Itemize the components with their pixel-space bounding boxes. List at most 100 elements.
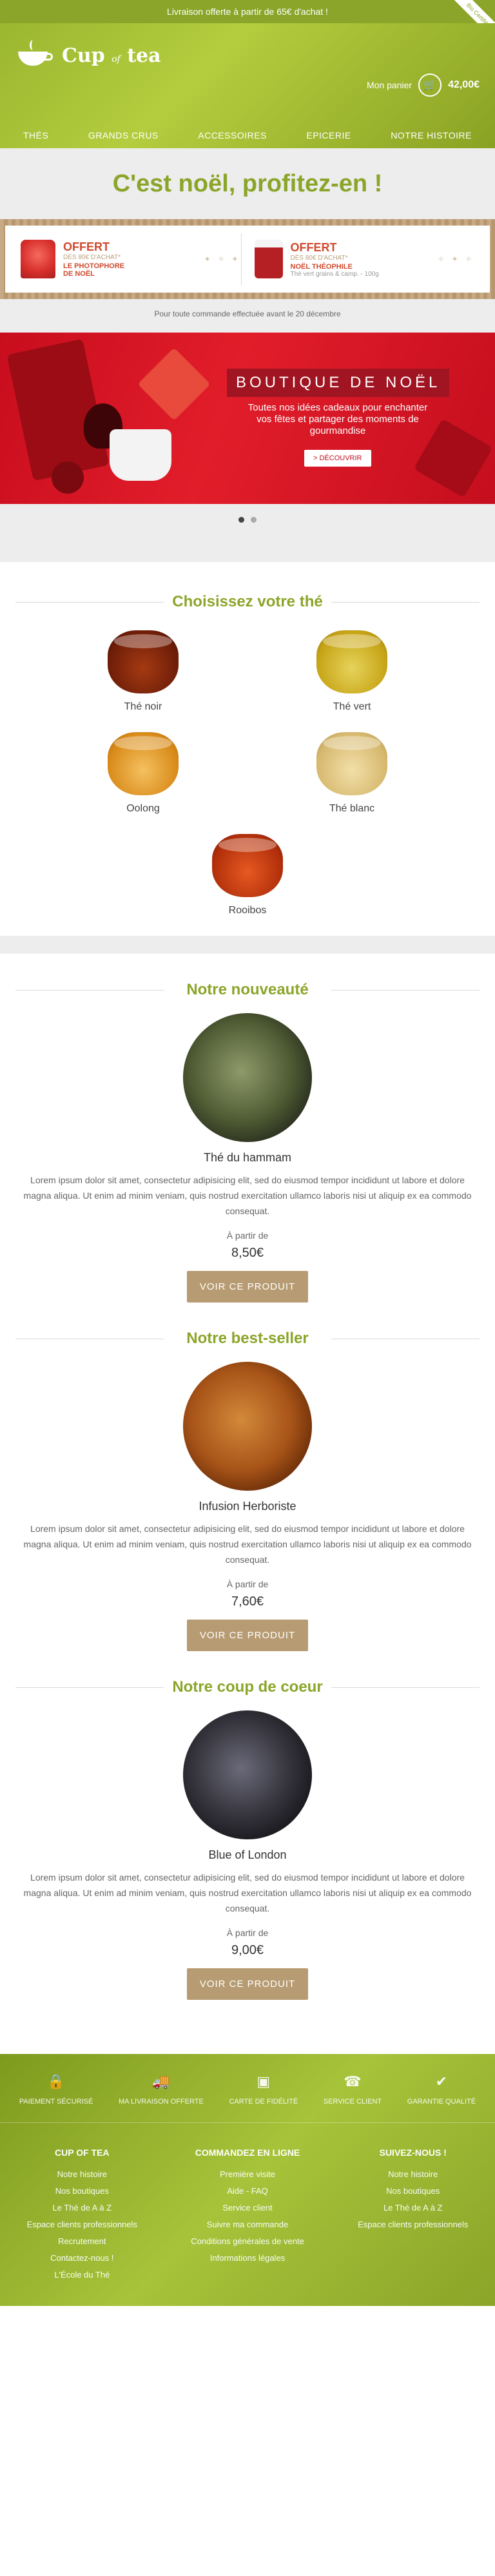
tea-type-label: Rooibos: [228, 905, 267, 916]
view-product-button[interactable]: VOIR CE PRODUIT: [186, 1620, 309, 1651]
nav-item-grands-crus[interactable]: GRANDS CRUS: [88, 130, 159, 140]
teacup-icon: [15, 40, 55, 68]
nav-item-epicerie[interactable]: EPICERIE: [306, 130, 351, 140]
gift-offers: OFFERT DÈS 80€ D'ACHAT* LE PHOTOPHORE DE…: [0, 219, 495, 299]
offer-notice: Pour toute commande effectuée avant le 2…: [154, 309, 341, 318]
footer-link[interactable]: Espace clients professionnels: [358, 2220, 468, 2229]
snowflake-decoration-icon: ✦ ✧ ✦: [204, 255, 241, 264]
reassurance-quality[interactable]: ✔ GARANTIE QUALITÉ: [407, 2073, 476, 2106]
footer-link[interactable]: Espace clients professionnels: [27, 2220, 137, 2229]
reassurance-service[interactable]: ☎ SERVICE CLIENT: [324, 2073, 382, 2106]
section-title: Notre nouveauté: [0, 976, 495, 1004]
nav-item-thes[interactable]: THÉS: [23, 130, 48, 140]
footer-link[interactable]: Informations légales: [191, 2253, 304, 2263]
tea-cup-image: [108, 630, 179, 693]
site-footer: 🔒 PAIEMENT SÉCURISÉ 🚚 MA LIVRAISON OFFERTE…: [0, 2054, 495, 2306]
product-image[interactable]: [183, 1710, 312, 1839]
footer-link[interactable]: Aide - FAQ: [191, 2186, 304, 2196]
product-name[interactable]: Thé du hammam: [0, 1151, 495, 1165]
banner-title: BOUTIQUE DE NOËL: [227, 369, 450, 397]
tea-type-the-blanc[interactable]: Thé blanc: [248, 732, 456, 815]
tea-type-the-vert[interactable]: Thé vert: [248, 630, 456, 713]
logo-text: Cup of tea: [62, 44, 161, 67]
reassurance-bar: 🔒 PAIEMENT SÉCURISÉ 🚚 MA LIVRAISON OFFERTE…: [0, 2054, 495, 2123]
offer-theophile[interactable]: OFFERT DÈS 80€ D'ACHAT* NOËL THÉOPHILE T…: [242, 233, 475, 285]
tea-type-oolong[interactable]: Oolong: [39, 732, 248, 815]
view-product-button[interactable]: VOIR CE PRODUIT: [186, 1968, 309, 2000]
footer-column-title: SUIVEZ-NOUS !: [379, 2147, 447, 2158]
tea-type-rooibos[interactable]: Rooibos: [39, 834, 456, 916]
cart-widget[interactable]: Mon panier 🛒 42,00€: [367, 73, 480, 97]
footer-link[interactable]: Contactez-nous !: [27, 2253, 137, 2263]
offer-photophore[interactable]: OFFERT DÈS 80€ D'ACHAT* LE PHOTOPHORE DE…: [21, 233, 242, 285]
footer-column-suivez-nous: SUIVEZ-NOUS ! Notre histoire Nos boutiqu…: [358, 2147, 468, 2287]
reassurance-payment[interactable]: 🔒 PAIEMENT SÉCURISÉ: [19, 2073, 93, 2106]
theophile-tin-image: [254, 240, 283, 278]
product-image[interactable]: [183, 1013, 312, 1142]
price-prefix: À partir de: [226, 1230, 269, 1241]
offer-title: OFFERT: [63, 240, 110, 253]
reassurance-loyalty[interactable]: ▣ CARTE DE FIDÉLITÉ: [229, 2073, 298, 2106]
view-product-button[interactable]: VOIR CE PRODUIT: [186, 1271, 309, 1303]
cart-icon[interactable]: 🛒: [418, 73, 442, 97]
nav-item-notre-histoire[interactable]: NOTRE HISTOIRE: [391, 130, 472, 140]
truck-icon: 🚚: [152, 2073, 170, 2089]
main-nav: THÉS GRANDS CRUS ACCESSOIRES EPICERIE NO…: [0, 130, 495, 140]
footer-column-title: COMMANDEZ EN LIGNE: [195, 2147, 300, 2158]
footer-column-commandez: COMMANDEZ EN LIGNE Première visite Aide …: [191, 2147, 304, 2287]
product-image[interactable]: [183, 1362, 312, 1491]
tea-type-the-noir[interactable]: Thé noir: [39, 630, 248, 713]
footer-link[interactable]: Service client: [191, 2203, 304, 2213]
footer-link[interactable]: Suivre ma commande: [191, 2220, 304, 2229]
tea-cup-image: [212, 834, 283, 897]
footer-link[interactable]: Conditions générales de vente: [191, 2236, 304, 2246]
site-header: Cup of tea Mon panier 🛒 42,00€ THÉS GRAN…: [0, 23, 495, 148]
promo-area: C'est noël, profitez-en ! OFFERT DÈS 80€…: [0, 148, 495, 562]
footer-link[interactable]: Le Thé de A à Z: [27, 2203, 137, 2213]
snowflake-decoration-icon: ✧ ✦ ✧: [438, 255, 474, 264]
site-logo[interactable]: Cup of tea: [15, 40, 161, 68]
footer-link[interactable]: L'École du Thé: [27, 2270, 137, 2280]
nav-item-accessoires[interactable]: ACCESSOIRES: [198, 130, 267, 140]
footer-link[interactable]: Le Thé de A à Z: [358, 2203, 468, 2213]
footer-link[interactable]: Recrutement: [27, 2236, 137, 2246]
discover-button[interactable]: > DÉCOUVRIR: [304, 450, 371, 467]
product-card-coup-de-coeur: Notre coup de coeur Blue of London Lorem…: [0, 1673, 495, 2022]
footer-link[interactable]: Première visite: [191, 2169, 304, 2179]
product-price: 9,00€: [231, 1943, 264, 1957]
section-divider: [0, 936, 495, 954]
footer-link[interactable]: Nos boutiques: [27, 2186, 137, 2196]
offer-condition: DÈS 80€ D'ACHAT*: [290, 254, 348, 262]
cart-label: Mon panier: [367, 80, 412, 90]
christmas-banner[interactable]: BOUTIQUE DE NOËL Toutes nos idées cadeau…: [0, 333, 495, 504]
reassurance-delivery[interactable]: 🚚 MA LIVRAISON OFFERTE: [119, 2073, 204, 2106]
featured-products: Notre nouveauté Thé du hammam Lorem ipsu…: [0, 954, 495, 2022]
photophore-image: [21, 240, 55, 278]
tea-type-label: Thé blanc: [329, 803, 375, 814]
offer-product-name: LE PHOTOPHORE DE NOËL: [63, 262, 125, 278]
carousel-dot[interactable]: [238, 516, 244, 523]
carousel-dots: [0, 504, 495, 535]
tea-type-label: Thé vert: [333, 701, 371, 712]
section-title: Choisissez votre thé: [0, 588, 495, 616]
product-card-best-seller: Notre best-seller Infusion Herboriste Lo…: [0, 1324, 495, 1673]
shipping-announcement-text: Livraison offerte à partir de 65€ d'acha…: [167, 6, 328, 17]
card-icon: ▣: [257, 2073, 271, 2089]
footer-column-cup-of-tea: CUP OF TEA Notre histoire Nos boutiques …: [27, 2147, 137, 2287]
ornament-decoration: [52, 461, 84, 494]
section-title: Notre best-seller: [0, 1324, 495, 1353]
footer-links: CUP OF TEA Notre histoire Nos boutiques …: [0, 2123, 495, 2287]
footer-link[interactable]: Notre histoire: [358, 2169, 468, 2179]
carousel-dot[interactable]: [251, 516, 257, 523]
product-name[interactable]: Blue of London: [0, 1848, 495, 1862]
product-name[interactable]: Infusion Herboriste: [0, 1500, 495, 1513]
lock-icon: 🔒: [47, 2073, 65, 2089]
offer-product-detail: Thé vert grains & camp. - 100g: [290, 270, 379, 278]
tea-cup-image: [316, 630, 387, 693]
phone-icon: ☎: [344, 2073, 362, 2089]
cart-total: 42,00€: [448, 79, 480, 90]
footer-link[interactable]: Notre histoire: [27, 2169, 137, 2179]
footer-link[interactable]: Nos boutiques: [358, 2186, 468, 2196]
price-prefix: À partir de: [226, 1579, 269, 1589]
tea-type-label: Thé noir: [124, 701, 162, 712]
